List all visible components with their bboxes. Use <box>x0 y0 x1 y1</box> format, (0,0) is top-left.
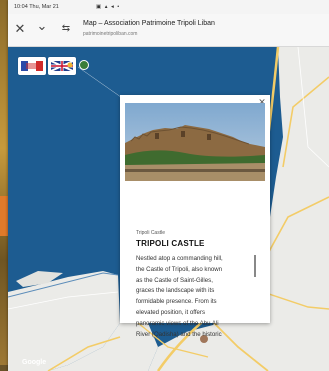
phone-screen: 10:04 Thu, Mar 21 ▣ ▴ ◂ • ✕ ⌄ ⇆ Map – As… <box>8 0 329 371</box>
map-provider-logo: Google <box>22 359 47 366</box>
popup-line: formidable presence. From its <box>136 298 217 306</box>
status-icons: ▣ ▴ ◂ • <box>96 4 121 10</box>
popup-scrollbar[interactable] <box>254 255 256 277</box>
info-popup: ✕ Tripoli Castle TRIPOLI CASTLE Nestled … <box>120 95 270 338</box>
map-view[interactable]: Google ✕ Tripoli Castle TRIPOLI CASTLE N… <box>8 47 329 371</box>
page-url[interactable]: patrimoinetripoliban.com <box>83 31 137 37</box>
popup-line: the Castle of Tripoli, also known <box>136 265 223 273</box>
page-settings-icon[interactable]: ⇆ <box>58 21 74 37</box>
french-flag-icon <box>21 61 43 71</box>
castle-photo <box>125 103 265 181</box>
english-flag-icon <box>50 60 74 72</box>
chevron-down-icon[interactable]: ⌄ <box>34 18 50 34</box>
status-time: 10:04 Thu, Mar 21 <box>14 4 59 10</box>
close-icon[interactable]: ✕ <box>12 21 28 37</box>
status-bar: 10:04 Thu, Mar 21 ▣ ▴ ◂ • <box>8 0 329 14</box>
map-location-pin[interactable] <box>79 60 89 70</box>
popup-line: panoramic views of the Abu Ali <box>136 319 219 327</box>
popup-description: Nestled atop a commanding hill, the Cast… <box>136 254 248 340</box>
french-flag-button[interactable] <box>18 57 46 75</box>
popup-line: Nestled atop a commanding hill, <box>136 255 223 262</box>
popup-line: elevated position, it offers <box>136 308 205 316</box>
popup-line: River (Qadisha) and the historic <box>136 330 222 338</box>
english-flag-button[interactable] <box>48 57 76 75</box>
page-title: Map – Association Patrimoine Tripoli Lib… <box>83 20 215 27</box>
popup-category: Tripoli Castle <box>136 230 165 236</box>
popup-line: graces the landscape with its <box>136 287 215 295</box>
popup-title: TRIPOLI CASTLE <box>136 239 205 248</box>
popup-line: as the Castle of Saint-Gilles, <box>136 276 213 284</box>
browser-title-bar: ✕ ⌄ ⇆ Map – Association Patrimoine Tripo… <box>8 14 329 47</box>
